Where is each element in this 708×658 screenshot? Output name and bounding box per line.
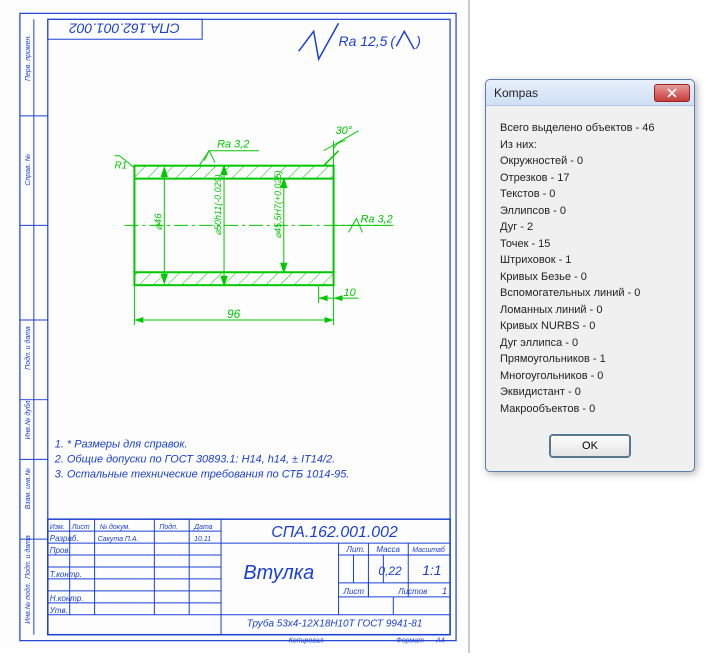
side-label: Перв. примен. [25,35,32,81]
title-block: Изм. Лист № докум. Подп. Дата Разраб. Са… [48,519,450,644]
stat-row: Ломанных линий - 0 [500,302,680,319]
stat-row: Кривых NURBS - 0 [500,318,680,335]
dialog-titlebar[interactable]: Kompas [486,80,694,106]
stat-row: Макрообъектов - 0 [500,401,680,418]
side-label: Подп. и дата [24,326,32,370]
part-drawing-selected[interactable]: 30° Ra 3,2 Ra 3,2 R1 ⌀46 ⌀50h11(-0.029) … [115,125,394,325]
svg-text:10.11: 10.11 [194,536,211,543]
side-label: Подп. и дата [24,535,32,579]
summary-total: Всего выделено объектов - 46 [500,120,680,137]
ra-right: Ra 3,2 [360,213,392,225]
stat-row: Эквидистант - 0 [500,384,680,401]
stat-row: Эллипсов - 0 [500,203,680,220]
svg-text:Копировал: Копировал [289,638,324,645]
stat-row: Точек - 15 [500,236,680,253]
side-label: Инв.№ подл. [24,582,32,623]
dialog-body: Всего выделено объектов - 46 Из них: Окр… [486,106,694,427]
drawing-code: СПА.162.001.002 [271,524,398,541]
part-name: Втулка [243,562,314,584]
chamfer-r1: R1 [115,161,128,172]
svg-text:(: ( [390,33,396,49]
svg-text:Формат: Формат [396,638,424,645]
note-1: 1. * Размеры для справок. [55,438,188,450]
mass: 0,22 [378,564,402,578]
svg-text:Утв.: Утв. [49,606,68,615]
surface-value: Ra 12,5 [339,33,388,49]
svg-text:Подп.: Подп. [159,523,178,531]
stat-row: Дуг - 2 [500,219,680,236]
scale: 1:1 [422,562,441,578]
ra-top: Ra 3,2 [217,139,249,151]
dim-bottom: 96 [227,307,241,321]
side-label: Справ. № [25,153,32,185]
svg-text:Разраб.: Разраб. [50,534,79,543]
svg-text:Лит.: Лит. [346,545,366,554]
svg-text:1: 1 [442,586,447,596]
drawing-canvas[interactable]: Перв. примен. Справ. № Подп. и дата Инв.… [0,0,470,653]
svg-text:Масса: Масса [376,545,400,554]
stat-row: Многоугольников - 0 [500,368,680,385]
svg-text:Дата: Дата [193,524,213,531]
summary-sub: Из них: [500,137,680,154]
side-label: Инв.№ дубл. [24,399,32,440]
svg-text:Масштаб: Масштаб [412,546,446,554]
svg-text:Лист: Лист [343,587,365,596]
dialog-title-text: Kompas [494,86,538,100]
svg-text:Листов: Листов [397,587,427,596]
stat-row: Кривых Безье - 0 [500,269,680,286]
material: Труба 53x4-12Х18Н10Т ГОСТ 9941-81 [247,619,423,630]
svg-text:Пров.: Пров. [50,546,71,555]
stat-row: Отрезков - 17 [500,170,680,187]
surface-symbol: Ra 12,5 ( ) [299,23,421,59]
svg-text:Т.контр.: Т.контр. [50,570,82,579]
ok-button[interactable]: OK [550,435,630,457]
note-2: 2. Общие допуски по ГОСТ 30893.1: H14, h… [54,453,335,465]
svg-text:Лист: Лист [71,524,90,531]
svg-text:Изм.: Изм. [50,524,65,531]
close-button[interactable] [654,84,690,102]
svg-text:Н.контр.: Н.контр. [50,594,84,603]
dim-d3: ⌀45,5H7(+0.025) [273,171,283,239]
close-icon [667,88,677,98]
angle-dim: 30° [336,125,353,137]
stat-row: Прямоугольников - 1 [500,351,680,368]
dim-d1: ⌀46 [153,213,164,231]
stat-row: Вспомогательных линий - 0 [500,285,680,302]
svg-text:№ докум.: № докум. [100,523,131,531]
svg-text:Сакута П.А.: Сакута П.А. [98,536,139,543]
stat-row: Окружностей - 0 [500,153,680,170]
stat-row: Текстов - 0 [500,186,680,203]
kompas-dialog: Kompas Всего выделено объектов - 46 Из н… [485,79,695,472]
dim-d2: ⌀50h11(-0.029) [213,174,223,235]
dim-offset: 10 [344,287,356,299]
svg-text:): ) [414,33,421,49]
code-mirror: СПА.162.001.002 [69,20,180,36]
note-3: 3. Остальные технические требования по С… [55,468,350,480]
side-label: Взам. инв.№ [25,468,32,510]
svg-text:А4: А4 [435,638,445,645]
stat-row: Штриховок - 1 [500,252,680,269]
stat-row: Дуг эллипса - 0 [500,335,680,352]
